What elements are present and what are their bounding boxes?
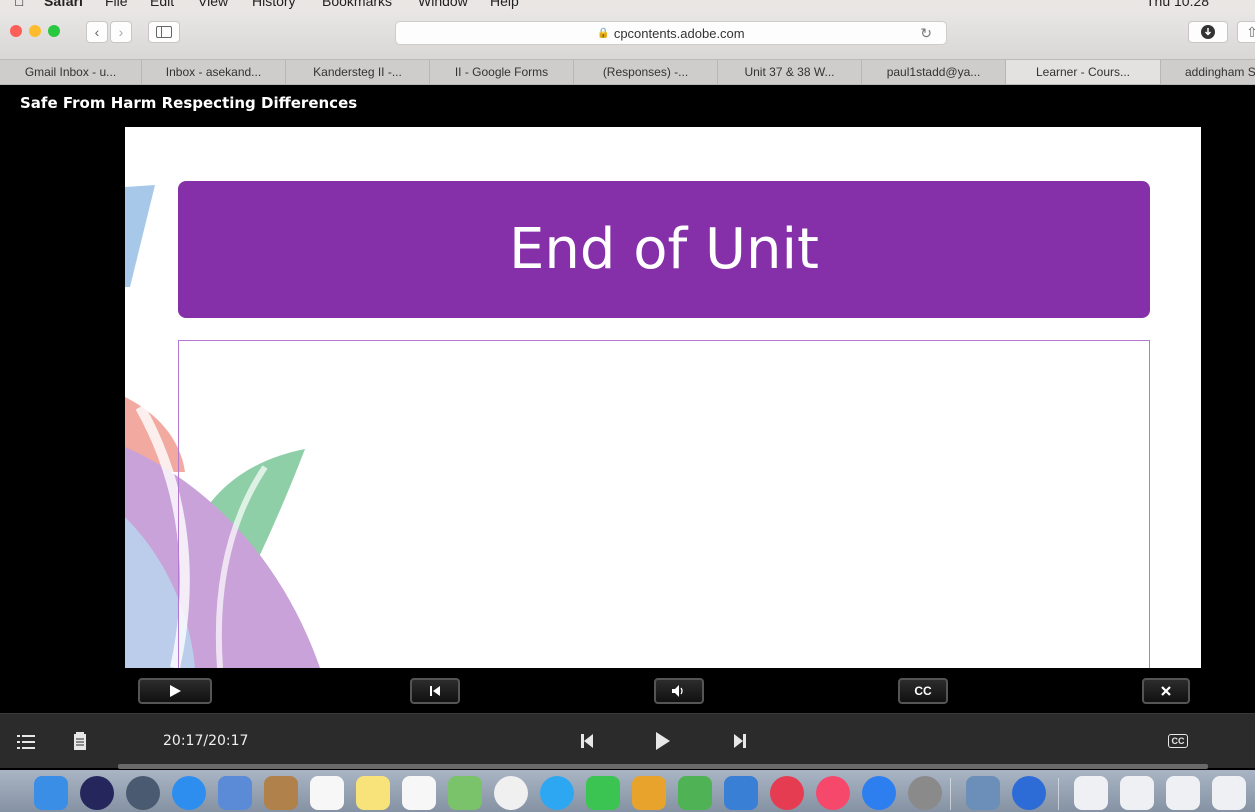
menu-window[interactable]: Window	[418, 0, 468, 9]
quicktime-icon[interactable]	[1012, 776, 1046, 810]
audio-button[interactable]	[654, 678, 704, 704]
share-button[interactable]: ⇧	[1237, 21, 1255, 43]
news-icon[interactable]	[770, 776, 804, 810]
sidebar-toggle-button[interactable]	[148, 21, 180, 43]
menu-help[interactable]: Help	[490, 0, 519, 9]
list-icon	[17, 735, 35, 749]
menu-clock[interactable]: Thu 10:28	[1146, 0, 1209, 9]
playback-progress-bar[interactable]	[118, 764, 1208, 769]
downloads-button[interactable]	[1188, 21, 1228, 43]
tab-unit-37-38[interactable]: Unit 37 & 38 W...	[718, 60, 862, 84]
tab-learner-course[interactable]: Learner - Cours...	[1006, 60, 1161, 84]
address-bar[interactable]: 🔒 cpcontents.adobe.com ↻	[395, 21, 947, 45]
reload-icon[interactable]: ↻	[920, 25, 932, 42]
lock-icon: 🔒	[597, 27, 610, 39]
tab-responses[interactable]: (Responses) -...	[574, 60, 718, 84]
share-icon: ⇧	[1246, 23, 1255, 40]
url-text: cpcontents.adobe.com	[613, 25, 745, 41]
launchpad-icon[interactable]	[126, 776, 160, 810]
close-window-button[interactable]	[10, 25, 22, 37]
tab-gmail[interactable]: Gmail Inbox - u...	[0, 60, 142, 84]
captions-button[interactable]: CC	[898, 678, 948, 704]
notepad-icon	[74, 732, 86, 750]
photos-icon[interactable]	[494, 776, 528, 810]
tab-inbox[interactable]: Inbox - asekand...	[142, 60, 286, 84]
numbers-icon[interactable]	[678, 776, 712, 810]
notes-icon[interactable]	[356, 776, 390, 810]
app-store-icon[interactable]	[862, 776, 896, 810]
messages-icon[interactable]	[540, 776, 574, 810]
skip-to-start-icon	[430, 686, 440, 696]
forward-button[interactable]: ›	[110, 21, 132, 43]
keynote-icon[interactable]	[724, 776, 758, 810]
macos-dock	[0, 770, 1255, 812]
mail-icon[interactable]	[218, 776, 252, 810]
chevron-left-icon: ‹	[94, 24, 100, 40]
document-thumbnail-icon[interactable]	[1074, 776, 1108, 810]
safari-icon[interactable]	[172, 776, 206, 810]
pages-icon[interactable]	[632, 776, 666, 810]
close-icon	[1161, 686, 1171, 696]
back-button[interactable]: ‹	[86, 21, 108, 43]
tab-bar: Gmail Inbox - u... Inbox - asekand... Ka…	[0, 60, 1255, 85]
apple-menu-icon[interactable]: 	[14, 0, 25, 9]
sidebar-icon	[156, 26, 172, 38]
close-button[interactable]	[1142, 678, 1190, 704]
play-button[interactable]	[138, 678, 212, 704]
speaker-icon	[672, 685, 683, 697]
fullscreen-window-button[interactable]	[48, 25, 60, 37]
skip-forward-icon	[734, 734, 746, 748]
tab-google-forms[interactable]: II - Google Forms	[430, 60, 574, 84]
toc-button[interactable]	[16, 732, 36, 752]
title-banner: End of Unit	[178, 181, 1150, 318]
play-icon	[656, 732, 670, 750]
document-thumbnail-icon[interactable]	[1212, 776, 1246, 810]
course-title: Safe From Harm Respecting Differences	[20, 94, 358, 112]
play-icon	[170, 685, 181, 697]
menu-bookmarks[interactable]: Bookmarks	[322, 0, 392, 9]
slide: End of Unit	[125, 127, 1201, 668]
calendar-icon[interactable]	[310, 776, 344, 810]
closed-captions-button[interactable]: CC	[1168, 734, 1188, 748]
chevron-right-icon: ›	[118, 24, 124, 40]
previous-slide-button[interactable]	[578, 731, 596, 751]
facetime-icon[interactable]	[586, 776, 620, 810]
music-icon[interactable]	[816, 776, 850, 810]
maps-icon[interactable]	[448, 776, 482, 810]
menu-edit[interactable]: Edit	[150, 0, 174, 9]
dock-separator	[1058, 778, 1059, 810]
skip-back-icon	[581, 734, 593, 748]
download-icon	[1201, 25, 1215, 39]
menu-file[interactable]: File	[105, 0, 128, 9]
browser-toolbar: ‹ › 🔒 cpcontents.adobe.com ↻ ⇧	[0, 10, 1255, 60]
tab-yahoo[interactable]: paul1stadd@ya...	[862, 60, 1006, 84]
document-thumbnail-icon[interactable]	[1166, 776, 1200, 810]
tab-kandersteg[interactable]: Kandersteg II -...	[286, 60, 430, 84]
rewind-button[interactable]	[410, 678, 460, 704]
system-preferences-icon[interactable]	[908, 776, 942, 810]
document-thumbnail-icon[interactable]	[1120, 776, 1154, 810]
preview-icon[interactable]	[966, 776, 1000, 810]
contacts-icon[interactable]	[264, 776, 298, 810]
finder-icon[interactable]	[34, 776, 68, 810]
minimize-window-button[interactable]	[29, 25, 41, 37]
reminders-icon[interactable]	[402, 776, 436, 810]
menu-view[interactable]: View	[198, 0, 228, 9]
content-frame	[178, 340, 1150, 668]
next-slide-button[interactable]	[731, 731, 749, 751]
slide-playbar: CC	[0, 668, 1255, 713]
time-readout: 20:17/20:17	[163, 733, 249, 749]
macos-menu-bar:  Safari File Edit View History Bookmark…	[0, 0, 1255, 10]
slide-heading: End of Unit	[509, 217, 819, 282]
play-pause-button[interactable]	[653, 729, 673, 753]
menu-safari[interactable]: Safari	[44, 0, 83, 9]
dock-separator	[950, 778, 951, 810]
player-controls-bar: 20:17/20:17 CC	[0, 713, 1255, 768]
siri-icon[interactable]	[80, 776, 114, 810]
notes-button[interactable]	[70, 730, 90, 752]
menu-history[interactable]: History	[252, 0, 296, 9]
tab-addingham[interactable]: addingham S	[1161, 60, 1255, 84]
